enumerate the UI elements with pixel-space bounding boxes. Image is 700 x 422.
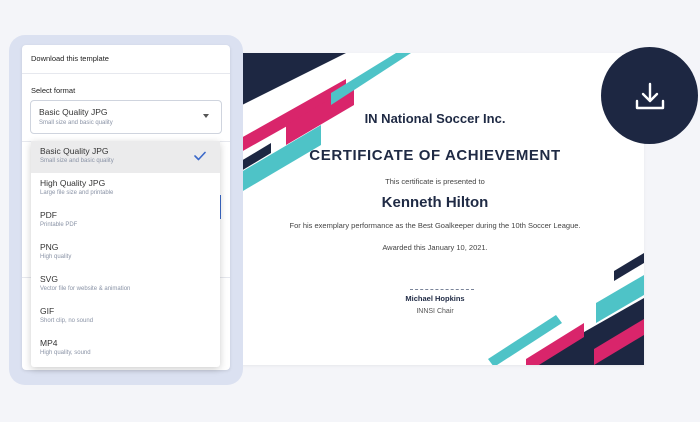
achievement-description: For his exemplary performance as the Bes…	[289, 221, 581, 230]
signatory-role: INNSI Chair	[416, 308, 454, 315]
option-label: MP4	[40, 338, 58, 348]
panel-title: Download this template	[31, 54, 109, 63]
presented-text: This certificate is presented to	[385, 177, 485, 186]
signature-line	[410, 289, 474, 290]
panel-divider	[22, 73, 230, 74]
certificate-preview: IN National Soccer Inc. CERTIFICATE OF A…	[226, 53, 644, 365]
format-select-value: Basic Quality JPG	[39, 107, 108, 117]
format-select-description: Small size and basic quality	[39, 120, 113, 126]
organization-name: IN National Soccer Inc.	[364, 111, 506, 126]
option-description: High quality	[40, 254, 72, 260]
format-option-mp4[interactable]: MP4 High quality, sound	[31, 333, 220, 365]
award-date: Awarded this January 10, 2021.	[382, 243, 488, 252]
select-format-label: Select format	[31, 86, 76, 95]
option-label: Basic Quality JPG	[40, 146, 109, 156]
option-label: SVG	[40, 274, 58, 284]
format-option-gif[interactable]: GIF Short clip, no sound	[31, 301, 220, 333]
option-description: High quality, sound	[40, 350, 91, 356]
caret-down-icon	[203, 114, 209, 118]
format-option-basic-jpg[interactable]: Basic Quality JPG Small size and basic q…	[31, 141, 220, 173]
signatory-name: Michael Hopkins	[405, 294, 465, 303]
format-option-png[interactable]: PNG High quality	[31, 237, 220, 269]
option-label: PDF	[40, 210, 57, 220]
option-description: Vector file for website & animation	[40, 286, 131, 292]
recipient-name: Kenneth Hilton	[381, 194, 489, 211]
option-description: Large file size and printable	[40, 190, 114, 196]
option-label: High Quality JPG	[40, 178, 106, 188]
option-label: PNG	[40, 242, 59, 252]
option-label: GIF	[40, 306, 55, 316]
format-option-svg[interactable]: SVG Vector file for website & animation	[31, 269, 220, 301]
download-button[interactable]	[601, 47, 698, 144]
option-description: Small size and basic quality	[40, 158, 114, 164]
check-icon	[194, 151, 206, 161]
certificate-title: CERTIFICATE OF ACHIEVEMENT	[309, 147, 561, 164]
format-dropdown-menu: Basic Quality JPG Small size and basic q…	[31, 141, 220, 367]
format-select[interactable]: Basic Quality JPG Small size and basic q…	[30, 100, 222, 134]
option-description: Short clip, no sound	[40, 318, 94, 324]
option-description: Printable PDF	[40, 222, 78, 228]
format-option-high-jpg[interactable]: High Quality JPG Large file size and pri…	[31, 173, 220, 205]
download-icon	[635, 82, 664, 109]
format-option-pdf[interactable]: PDF Printable PDF	[31, 205, 220, 237]
